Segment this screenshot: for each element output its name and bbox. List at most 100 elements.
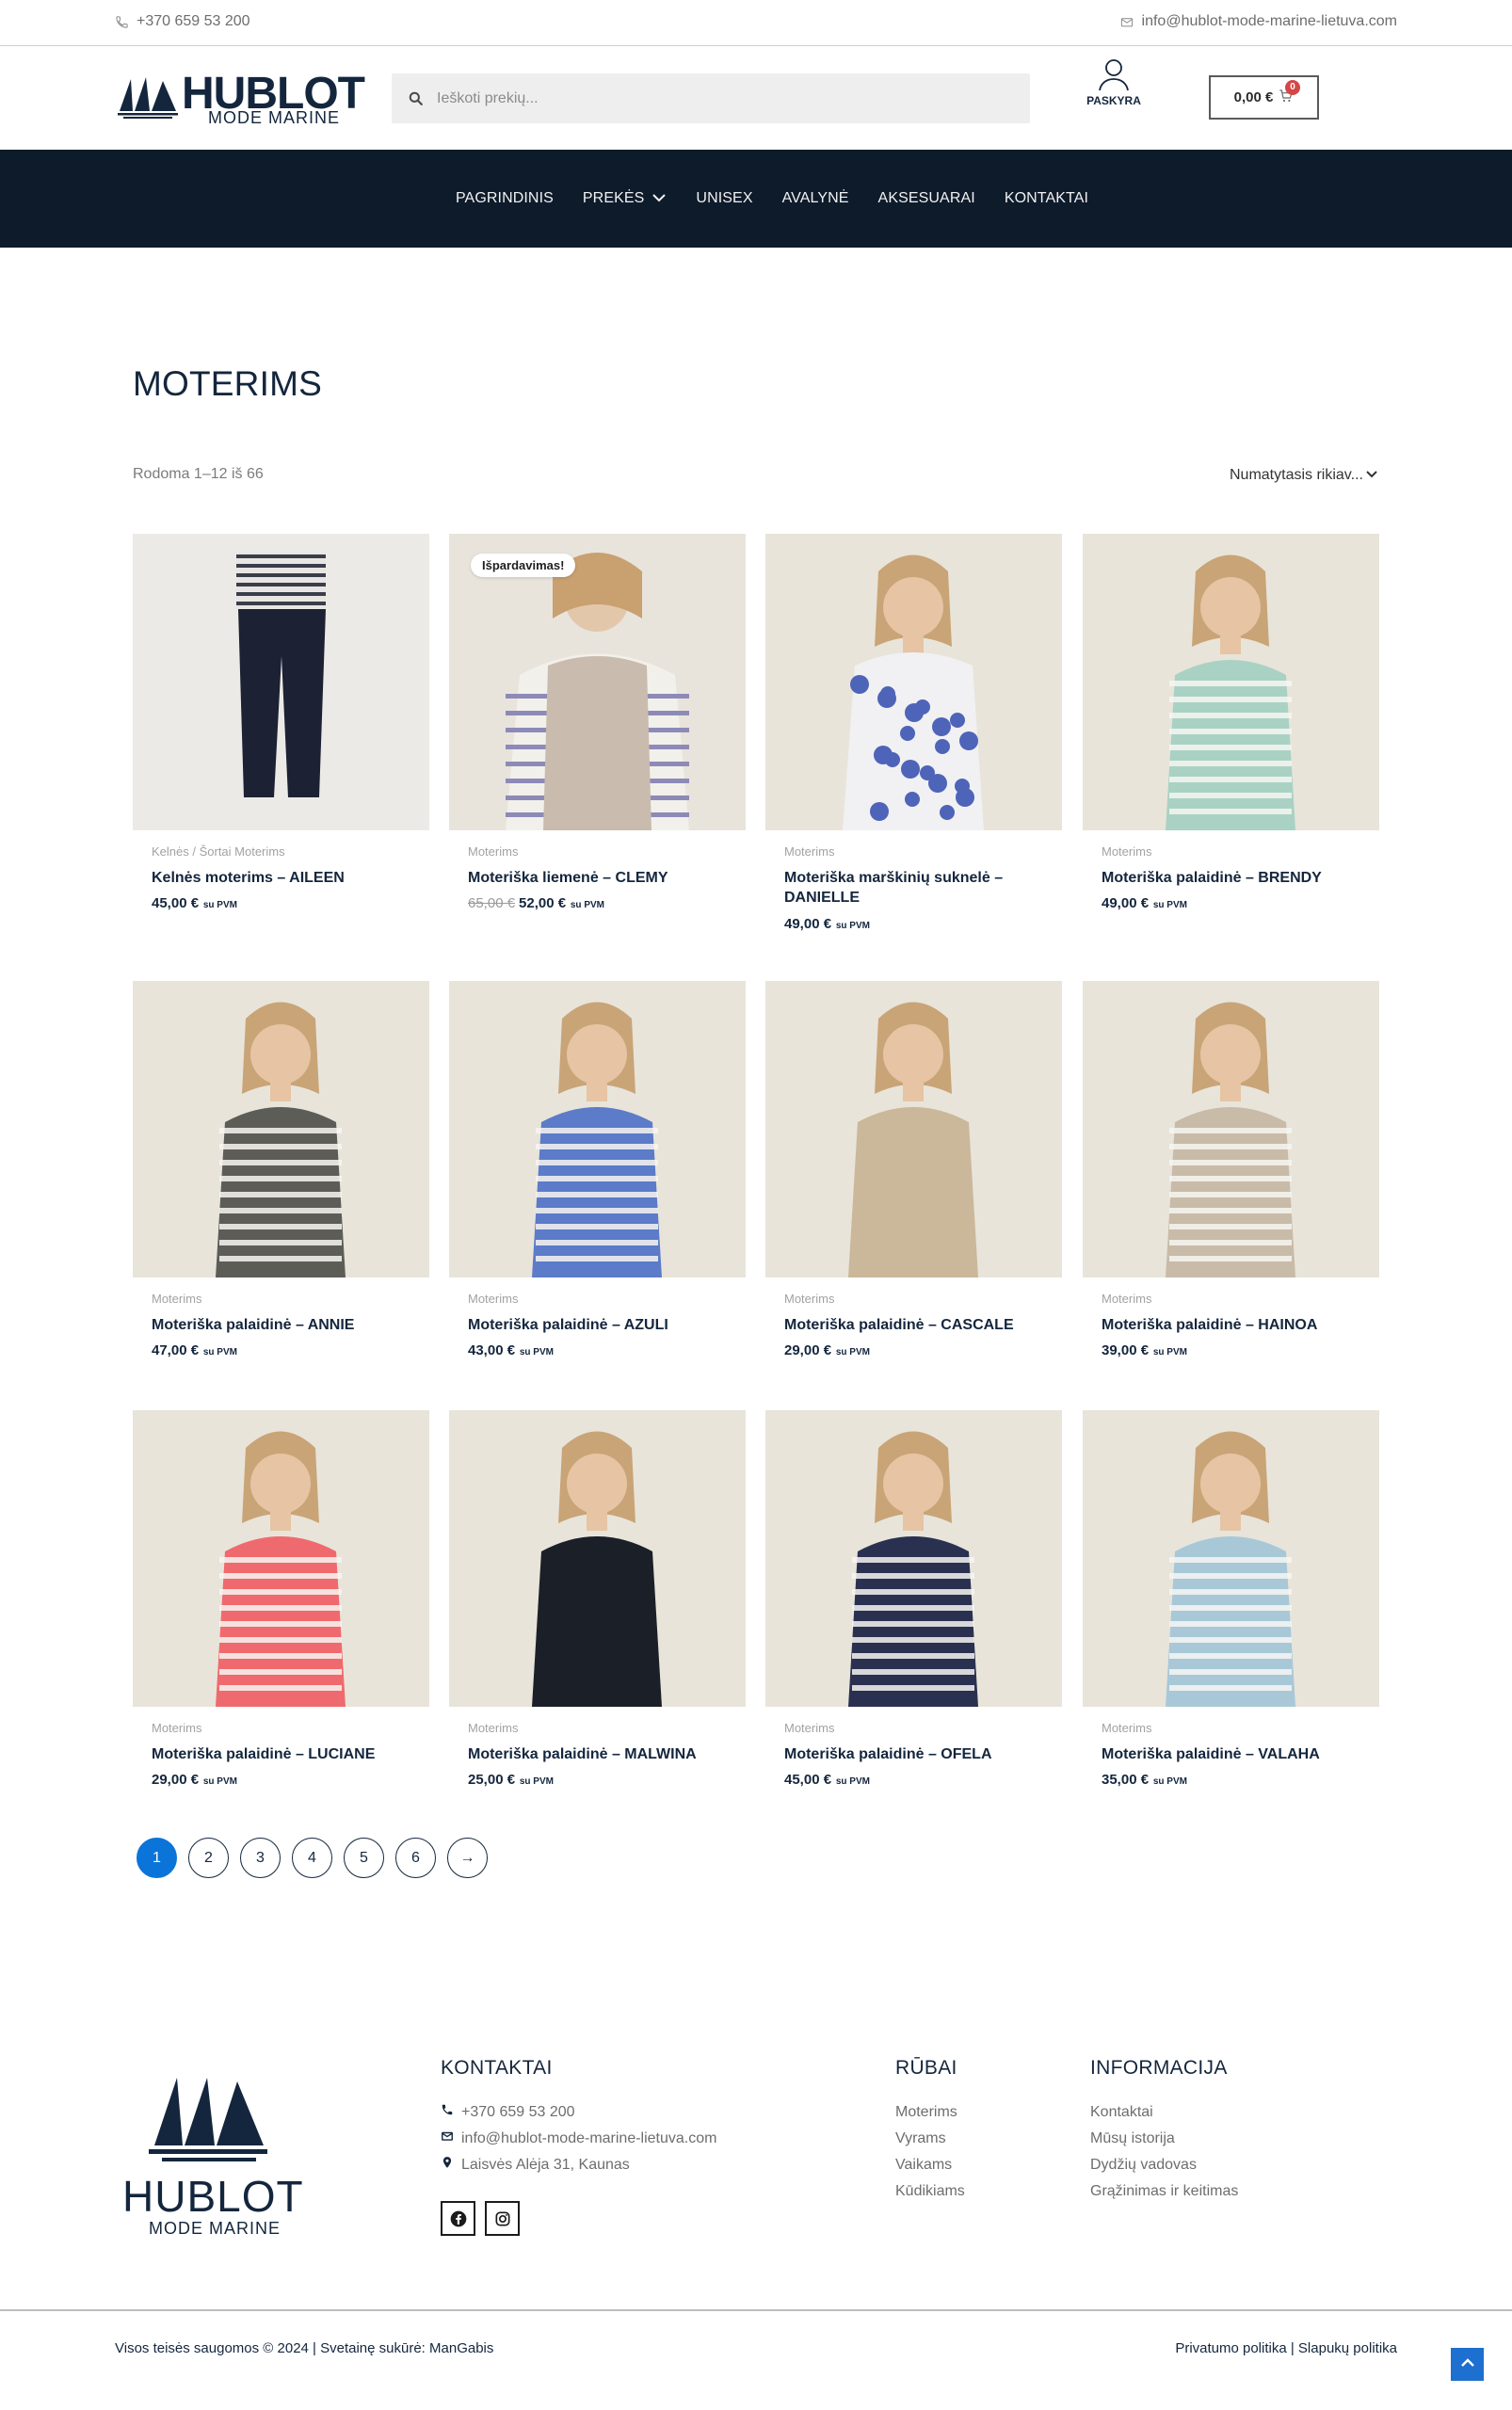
footer-link-grazinimas[interactable]: Grąžinimas ir keitimas [1090,2178,1238,2205]
product-photo [216,1002,346,1277]
product-category[interactable]: Kelnės / Šortai Moterims [152,844,285,859]
product-category[interactable]: Moterims [468,844,518,859]
footer-link-dydziai[interactable]: Dydžių vadovas [1090,2152,1238,2178]
instagram-icon[interactable] [485,2201,520,2236]
product-price: 25,00 € su PVM [468,1772,554,1788]
tax-label: su PVM [201,1347,237,1358]
footer-link-vyrams[interactable]: Vyrams [895,2126,965,2152]
account-link[interactable]: PASKYRA [1081,56,1147,107]
policy-links[interactable]: Privatumo politika | Slapukų politika [1175,2340,1397,2356]
product-name[interactable]: Moteriška palaidinė – OFELA [784,1744,1048,1764]
product-photo [236,553,326,797]
nav-item-label: PREKĖS [582,190,645,206]
footer-link-moterims[interactable]: Moterims [895,2099,965,2126]
ordering-select[interactable]: Numatytasis rikiav... [1230,467,1378,484]
nav-item-pagrindinis[interactable]: PAGRINDINIS [456,190,554,207]
page-2-button[interactable]: 2 [188,1838,229,1878]
facebook-icon[interactable] [441,2201,475,2236]
product-name[interactable]: Moteriška marškinių suknelė – DANIELLE [784,868,1048,908]
nav-item-aksesuarai[interactable]: AKSESUARAI [878,190,975,207]
product-image[interactable] [765,534,1062,830]
product-category[interactable]: Moterims [152,1721,201,1735]
product-image[interactable] [765,981,1062,1277]
page-3-button[interactable]: 3 [240,1838,281,1878]
product-current-price: 47,00 € [152,1342,200,1358]
footer-link-kudikiams[interactable]: Kūdikiams [895,2178,965,2205]
nav-item-unisex[interactable]: UNISEX [696,190,752,207]
footer-email[interactable]: info@hublot-mode-marine-lietuva.com [441,2126,716,2152]
search-bar[interactable] [392,73,1030,123]
footer-address-text: Laisvės Alėja 31, Kaunas [461,2157,630,2173]
next-page-button[interactable]: → [447,1838,488,1878]
nav-item-kontaktai[interactable]: KONTAKTAI [1005,190,1088,207]
product-image[interactable] [449,981,746,1277]
product-image[interactable] [765,1410,1062,1707]
product-price: 29,00 € su PVM [784,1342,870,1358]
product-category[interactable]: Moterims [1102,1721,1151,1735]
page-1-button[interactable]: 1 [137,1838,177,1878]
product-name[interactable]: Moteriška palaidinė – VALAHA [1102,1744,1365,1764]
product-image[interactable] [133,534,429,830]
tax-label: su PVM [1150,1776,1187,1787]
product-name[interactable]: Moteriška palaidinė – MALWINA [468,1744,732,1764]
product-name[interactable]: Moteriška palaidinė – HAINOA [1102,1315,1365,1335]
topbar-phone[interactable]: +370 659 53 200 [115,13,250,30]
product-category[interactable]: Moterims [468,1292,518,1306]
sailboat-icon [118,77,178,119]
mail-icon [1119,15,1134,29]
product-price: 65,00 €52,00 € su PVM [468,895,604,911]
topbar-email[interactable]: info@hublot-mode-marine-lietuva.com [1119,13,1397,30]
product-category[interactable]: Moterims [784,1721,834,1735]
page-5-button[interactable]: 5 [344,1838,384,1878]
product-price: 45,00 € su PVM [784,1772,870,1788]
product-name[interactable]: Moteriška palaidinė – CASCALE [784,1315,1048,1335]
footer-link-istorija[interactable]: Mūsų istorija [1090,2126,1238,2152]
nav-item-prekes[interactable]: PREKĖS [583,190,668,207]
ordering-value: Numatytasis rikiav... [1230,467,1363,483]
cart-button[interactable]: 0,00 € 0 [1209,75,1319,120]
product-current-price: 29,00 € [152,1772,200,1788]
page-4-button[interactable]: 4 [292,1838,332,1878]
product-image[interactable] [1083,981,1379,1277]
sale-badge: Išpardavimas! [471,554,576,577]
product-image[interactable] [133,981,429,1277]
tax-label: su PVM [517,1776,554,1787]
footer-email-text: info@hublot-mode-marine-lietuva.com [461,2130,717,2146]
product-category[interactable]: Moterims [1102,844,1151,859]
footer-phone[interactable]: +370 659 53 200 [441,2099,716,2126]
product-image[interactable]: Išpardavimas! [449,534,746,830]
product-image[interactable] [1083,1410,1379,1707]
product-photo [1166,554,1295,830]
search-icon[interactable] [407,89,426,108]
product-name[interactable]: Moteriška palaidinė – ANNIE [152,1315,415,1335]
footer-logo[interactable]: HUBLOT MODE MARINE [121,2078,309,2238]
product-category[interactable]: Moterims [784,844,834,859]
product-name[interactable]: Moteriška liemenė – CLEMY [468,868,732,888]
page-6-button[interactable]: 6 [395,1838,436,1878]
scroll-to-top-button[interactable] [1451,2348,1484,2381]
cart-total: 0,00 € [1233,89,1274,105]
product-current-price: 43,00 € [468,1342,516,1358]
product-name[interactable]: Moteriška palaidinė – LUCIANE [152,1744,415,1764]
site-logo[interactable]: HUBLOT MODE MARINE [118,72,365,126]
product-category[interactable]: Moterims [1102,1292,1151,1306]
product-name[interactable]: Moteriška palaidinė – BRENDY [1102,868,1365,888]
product-image[interactable] [1083,534,1379,830]
product-current-price: 29,00 € [784,1342,832,1358]
product-price: 29,00 € su PVM [152,1772,237,1788]
search-input[interactable] [437,89,1002,107]
nav-item-label: PAGRINDINIS [455,190,554,206]
footer-link-vaikams[interactable]: Vaikams [895,2152,965,2178]
product-image[interactable] [133,1410,429,1707]
product-current-price: 45,00 € [784,1772,832,1788]
nav-item-avalyne[interactable]: AVALYNĖ [782,190,849,207]
product-name[interactable]: Moteriška palaidinė – AZULI [468,1315,732,1335]
product-image[interactable] [449,1410,746,1707]
footer-contacts-title: KONTAKTAI [441,2057,553,2079]
product-category[interactable]: Moterims [784,1292,834,1306]
product-category[interactable]: Moterims [468,1721,518,1735]
product-category[interactable]: Moterims [152,1292,201,1306]
footer-link-kontaktai[interactable]: Kontaktai [1090,2099,1238,2126]
product-name[interactable]: Kelnės moterims – AILEEN [152,868,415,888]
page-title: MOTERIMS [133,364,322,403]
